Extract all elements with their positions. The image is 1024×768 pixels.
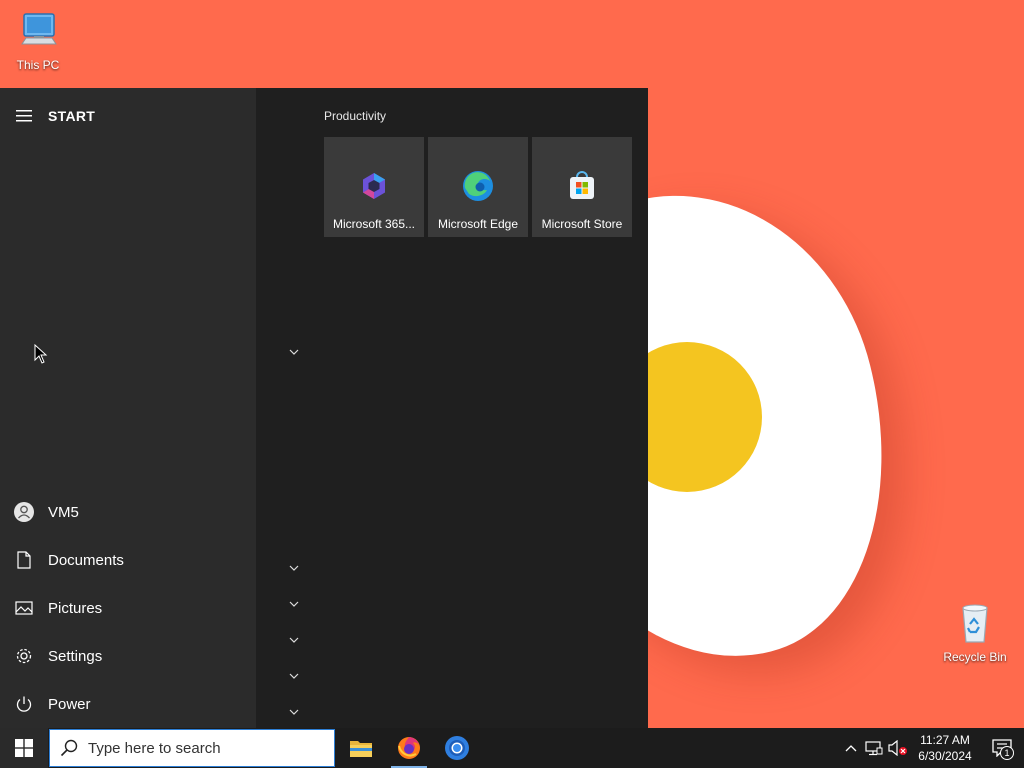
nav-item-label: Documents (48, 551, 124, 569)
action-center-button[interactable]: 1 (980, 728, 1024, 768)
volume-button[interactable] (886, 728, 910, 768)
power-icon (16, 696, 32, 712)
group-chevrons (282, 88, 306, 728)
expand-chevron-button[interactable] (282, 596, 306, 612)
tile-label: Microsoft 365... (332, 217, 416, 231)
tile-microsoft-edge[interactable]: Microsoft Edge (428, 137, 528, 237)
user-avatar-icon (14, 502, 34, 522)
firefox-icon (398, 737, 420, 759)
taskbar-app-file-explorer[interactable] (337, 728, 385, 768)
clock-time: 11:27 AM (920, 733, 970, 747)
store-icon (570, 171, 594, 199)
volume-muted-icon (888, 740, 907, 756)
tile-group-title: Productivity (324, 109, 387, 123)
mouse-cursor-icon (34, 344, 48, 364)
folder-icon (350, 741, 372, 757)
nav-item-label: Settings (48, 647, 103, 665)
start-title: START (48, 108, 96, 124)
desktop-icon-label: This PC (16, 58, 60, 72)
chevron-down-icon (289, 637, 299, 643)
nav-item-power[interactable]: Power (0, 680, 256, 728)
nav-item-documents[interactable]: Documents (0, 536, 256, 584)
start-nav-list: VM5 Documents Pictures Settings Power (0, 488, 256, 728)
nav-item-pictures[interactable]: Pictures (0, 584, 256, 632)
network-status-button[interactable] (862, 728, 886, 768)
expand-chevron-button[interactable] (282, 632, 306, 648)
chevron-down-icon (289, 565, 299, 571)
expand-chevron-button[interactable] (282, 668, 306, 684)
hamburger-menu-button[interactable] (0, 100, 48, 132)
taskbar: 11:27 AM 6/30/2024 1 (0, 728, 1024, 768)
document-icon (17, 551, 31, 569)
chrome-icon (445, 736, 469, 760)
tile-label: Microsoft Edge (437, 217, 519, 231)
tile-group: Microsoft 365... Microsoft Edge Microsof… (324, 137, 632, 237)
network-icon (865, 741, 883, 756)
chevron-up-icon (845, 745, 857, 752)
start-menu-sidebar: START VM5 Documents Pictures Settings Po… (0, 88, 256, 728)
chevron-down-icon (289, 673, 299, 679)
hamburger-icon (16, 110, 32, 122)
nav-item-user[interactable]: VM5 (0, 488, 256, 536)
nav-item-label: VM5 (48, 503, 79, 521)
tile-microsoft-365[interactable]: Microsoft 365... (324, 137, 424, 237)
desktop-icon-this-pc[interactable]: This PC (0, 10, 76, 72)
taskbar-search-box[interactable] (49, 729, 335, 767)
chevron-down-icon (289, 709, 299, 715)
taskbar-app-chrome[interactable] (433, 728, 481, 768)
notification-count-badge: 1 (1000, 746, 1014, 760)
edge-icon (463, 171, 493, 201)
computer-icon (21, 13, 57, 45)
nav-item-label: Power (48, 695, 91, 713)
nav-item-label: Pictures (48, 599, 103, 617)
clock[interactable]: 11:27 AM 6/30/2024 (910, 728, 980, 768)
chevron-down-icon (289, 601, 299, 607)
start-menu: START VM5 Documents Pictures Settings Po… (0, 88, 648, 728)
tile-label: Microsoft Store (541, 217, 623, 231)
clock-date: 6/30/2024 (918, 749, 972, 763)
microsoft-365-icon (363, 173, 385, 199)
taskbar-app-firefox[interactable] (385, 728, 433, 768)
search-input[interactable] (88, 739, 318, 757)
expand-chevron-button[interactable] (282, 560, 306, 576)
desktop-icon-label: Recycle Bin (943, 650, 1007, 664)
start-button[interactable] (0, 728, 48, 768)
desktop-icon-recycle-bin[interactable]: Recycle Bin (937, 602, 1013, 664)
start-header: START (0, 100, 256, 132)
nav-item-settings[interactable]: Settings (0, 632, 256, 680)
recycle-bin-icon (962, 604, 988, 643)
expand-chevron-button[interactable] (282, 344, 306, 360)
windows-logo-icon (15, 739, 33, 757)
gear-icon (16, 648, 32, 664)
tile-microsoft-store[interactable]: Microsoft Store (532, 137, 632, 237)
system-tray: 11:27 AM 6/30/2024 1 (840, 728, 1024, 768)
search-icon (60, 739, 78, 757)
show-hidden-icons-button[interactable] (840, 728, 862, 768)
expand-chevron-button[interactable] (282, 704, 306, 720)
chevron-down-icon (289, 349, 299, 355)
pictures-icon (15, 601, 33, 615)
